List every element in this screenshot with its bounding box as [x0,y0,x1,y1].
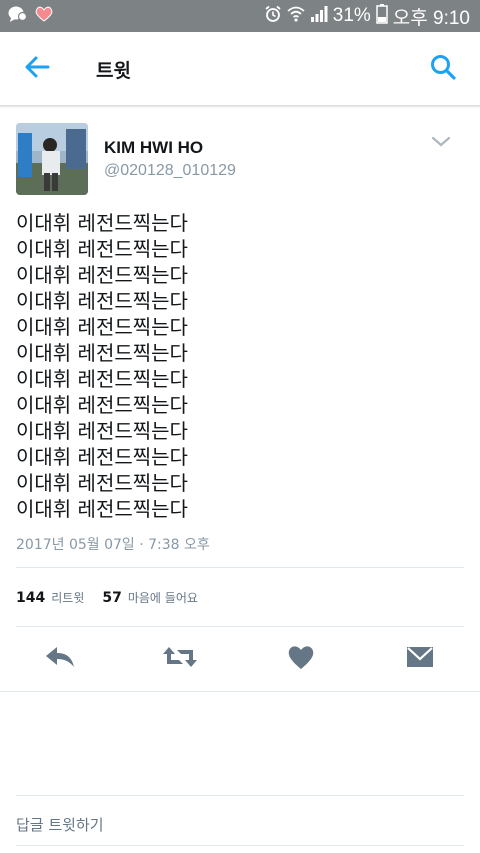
author-name[interactable]: KIM HWI HO [104,138,203,158]
page-title: 트윗 [96,60,131,82]
heart-icon [34,5,54,27]
tweet-line: 이대휘 레전드찍는다 [16,497,188,521]
status-right: 31% 오후 9:10 [264,3,470,30]
retweet-count[interactable]: 144 [16,590,45,606]
divider [16,795,464,796]
avatar-image [16,123,88,195]
tweet-line: 이대휘 레전드찍는다 [16,419,188,443]
app-header: 트윗 [0,32,480,106]
tweet-timestamp: 2017년 05월 07일 · 7:38 오후 [16,537,210,553]
search-button[interactable] [426,52,460,86]
tweet-line: 이대휘 레전드찍는다 [16,315,188,339]
tweet-line: 이대휘 레전드찍는다 [16,445,188,469]
like-button[interactable] [283,644,319,674]
status-bar: 31% 오후 9:10 [0,0,480,32]
tweet-line: 이대휘 레전드찍는다 [16,367,188,391]
status-left [8,5,54,27]
author-handle[interactable]: @020128_010129 [104,162,236,180]
tweet-line: 이대휘 레전드찍는다 [16,393,188,417]
back-button[interactable] [20,52,54,86]
like-label[interactable]: 마음에 들어요 [128,589,198,606]
divider [0,691,480,692]
divider [16,567,464,568]
reply-button[interactable] [42,644,78,674]
tweet-line: 이대휘 레전드찍는다 [16,263,188,287]
battery-icon [376,3,388,29]
tweet-line: 이대휘 레전드찍는다 [16,471,188,495]
message-icon [8,5,28,27]
chevron-down-icon [430,134,452,153]
direct-message-icon [405,645,435,673]
search-icon [430,54,456,84]
retweet-icon [162,645,198,673]
divider [16,626,464,627]
like-heart-icon [287,644,315,674]
tweet-text: 이대휘 레전드찍는다 이대휘 레전드찍는다 이대휘 레전드찍는다 이대휘 레전드… [16,210,464,522]
avatar[interactable] [16,123,88,195]
arrow-left-icon [24,55,50,83]
reply-icon [44,645,76,673]
signal-icon [310,5,328,28]
tweet-line: 이대휘 레전드찍는다 [16,289,188,313]
status-time: 오후 9:10 [392,7,470,29]
tweet-options-button[interactable] [430,134,452,150]
tweet-line: 이대휘 레전드찍는다 [16,211,188,235]
reply-input[interactable]: 답글 트윗하기 [16,814,104,835]
battery-percent: 31% [332,5,371,26]
tweet-stats: 144 리트윗 57 마음에 들어요 [16,589,216,606]
retweet-button[interactable] [162,644,198,674]
like-count[interactable]: 57 [102,590,121,606]
direct-message-button[interactable] [402,644,438,674]
alarm-icon [264,5,282,28]
retweet-label[interactable]: 리트윗 [51,589,84,606]
wifi-icon [287,5,305,28]
tweet-line: 이대휘 레전드찍는다 [16,341,188,365]
tweet-actions [0,636,480,682]
tweet-line: 이대휘 레전드찍는다 [16,237,188,261]
divider [16,845,464,846]
